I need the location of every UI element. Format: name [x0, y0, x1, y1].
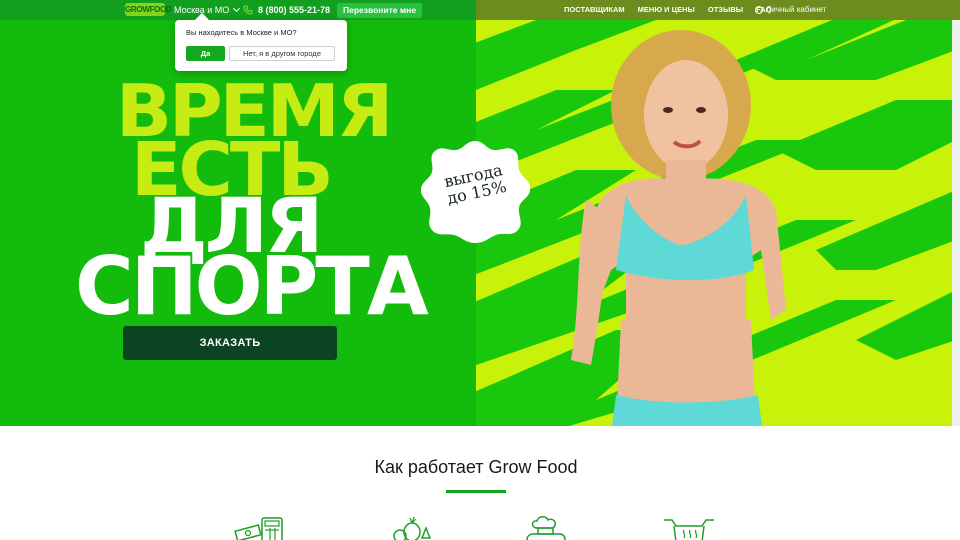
scrollbar[interactable]	[952, 20, 960, 426]
account-link[interactable]: Личный кабинет	[755, 5, 826, 15]
top-nav: ПОСТАВЩИКАМ МЕНЮ И ЦЕНЫ ОТЗЫВЫ FAQ	[564, 5, 772, 15]
other-city-button[interactable]: Нет, я в другом городе	[229, 46, 335, 61]
user-icon	[755, 6, 763, 14]
section-title: Как работает Grow Food	[374, 457, 578, 477]
city-selector[interactable]: Москва и МО	[174, 4, 241, 16]
phone-number: 8 (800) 555-21-78	[258, 5, 331, 15]
callback-button[interactable]: Перезвоните мне	[337, 3, 423, 18]
discount-badge: выгода до 15%	[420, 137, 531, 243]
phone-link[interactable]: 8 (800) 555-21-78	[243, 4, 330, 16]
calculator-money-icon	[234, 516, 286, 540]
cooking-pot-icon	[662, 516, 714, 540]
vegetables-icon	[386, 516, 438, 540]
athlete-photo	[571, 30, 786, 426]
order-button[interactable]: ЗАКАЗАТЬ	[123, 326, 337, 360]
growfood-logo[interactable]: GROWFOOD	[125, 3, 172, 16]
account-label: Личный кабинет	[766, 5, 827, 14]
page: GROWFOOD Москва и МО 8 (800) 555-21-78 П…	[0, 0, 960, 540]
nav-item-suppliers[interactable]: ПОСТАВЩИКАМ	[564, 5, 625, 15]
chef-icon	[521, 516, 573, 540]
how-it-works-section: Как работает Grow Food	[0, 426, 960, 540]
chevron-down-icon	[233, 4, 241, 13]
hero-banner: ВРЕМЯ ЕСТЬ ДЛЯ СПОРТА ЗАКАЗАТЬ выгода до…	[0, 20, 960, 426]
nav-item-reviews[interactable]: ОТЗЫВЫ	[708, 5, 743, 15]
top-header: GROWFOOD Москва и МО 8 (800) 555-21-78 П…	[0, 0, 960, 20]
popup-question: Вы находитесь в Москве и МО?	[186, 28, 297, 37]
phone-icon	[243, 5, 253, 15]
hero-right-panel	[476, 20, 952, 426]
nav-item-menu-prices[interactable]: МЕНЮ И ЦЕНЫ	[638, 5, 695, 15]
confirm-city-button[interactable]: Да	[186, 46, 225, 61]
city-confirm-popup: Вы находитесь в Москве и МО? Да Нет, я в…	[175, 12, 347, 71]
headline-line-4: СПОРТА	[75, 240, 429, 333]
title-underline	[446, 490, 506, 493]
